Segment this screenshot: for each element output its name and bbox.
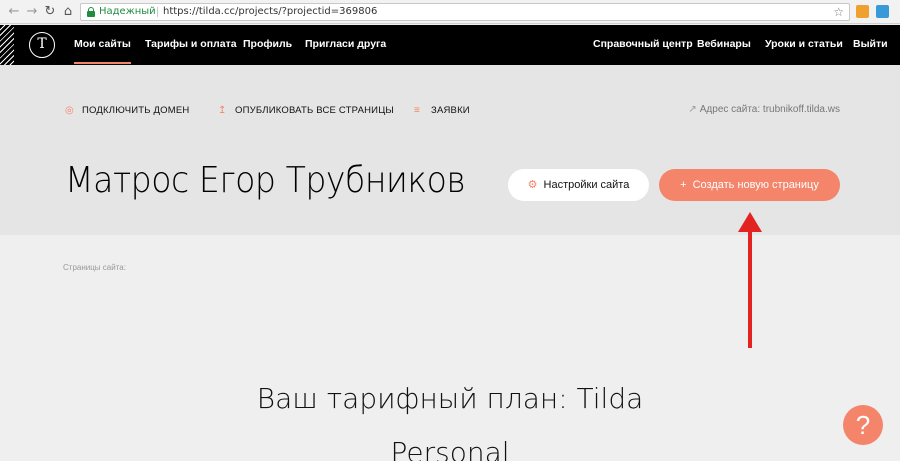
extension-icon[interactable] [876, 5, 889, 18]
back-arrow-icon[interactable]: ← [6, 4, 22, 20]
home-icon[interactable]: ⌂ [60, 4, 76, 20]
secure-label: Надежный [99, 6, 156, 17]
site-address-label: Адрес сайта: [699, 104, 761, 115]
nav-profile[interactable]: Профиль [243, 38, 292, 50]
publish-all-link[interactable]: ↥ ОПУБЛИКОВАТЬ ВСЕ СТРАНИЦЫ [218, 105, 394, 116]
help-button[interactable]: ? [843, 405, 883, 445]
nav-my-sites[interactable]: Мои сайты [74, 38, 131, 64]
extension-icon[interactable] [856, 5, 869, 18]
top-navigation: T Мои сайты Тарифы и оплата Профиль Приг… [0, 25, 900, 65]
plus-icon: + [680, 179, 687, 191]
site-address: ↗ Адрес сайта: trubnikoff.tilda.ws [688, 104, 840, 115]
bookmark-star-icon[interactable]: ☆ [833, 4, 844, 20]
tilda-logo-icon[interactable]: T [29, 32, 55, 58]
site-address-link[interactable]: trubnikoff.tilda.ws [763, 104, 840, 115]
nav-invite-friend[interactable]: Пригласи друга [305, 38, 386, 50]
site-settings-button[interactable]: ⚙ Настройки сайта [508, 169, 649, 201]
nav-help-center[interactable]: Справочный центр [593, 38, 693, 50]
nav-tariffs[interactable]: Тарифы и оплата [145, 38, 237, 50]
nav-logout[interactable]: Выйти [853, 38, 888, 50]
pages-label: Страницы сайта: [63, 263, 126, 272]
create-page-label: Создать новую страницу [692, 179, 819, 191]
upload-icon: ↥ [218, 105, 227, 116]
site-settings-label: Настройки сайта [543, 179, 630, 191]
requests-link[interactable]: ≡ ЗАЯВКИ [414, 105, 470, 116]
globe-icon: ◎ [65, 105, 74, 116]
external-link-icon: ↗ [688, 104, 697, 115]
requests-label: ЗАЯВКИ [431, 105, 470, 116]
forward-arrow-icon[interactable]: → [24, 4, 40, 20]
browser-toolbar: ← → ↻ ⌂ Надежный https://tilda.cc/projec… [0, 0, 900, 24]
gear-icon: ⚙ [527, 179, 538, 191]
url-text[interactable]: https://tilda.cc/projects/?projectid=369… [163, 4, 377, 20]
list-plus-icon: ≡ [414, 105, 421, 116]
reload-icon[interactable]: ↻ [42, 4, 58, 20]
connect-domain-label: ПОДКЛЮЧИТЬ ДОМЕН [82, 105, 190, 116]
project-header: ◎ ПОДКЛЮЧИТЬ ДОМЕН ↥ ОПУБЛИКОВАТЬ ВСЕ СТРА… [0, 65, 900, 235]
address-bar[interactable]: Надежный https://tilda.cc/projects/?proj… [80, 3, 850, 21]
plan-title: Ваш тарифный план: Tilda Personal [256, 382, 644, 461]
omnibox-divider [157, 7, 158, 17]
publish-all-label: ОПУБЛИКОВАТЬ ВСЕ СТРАНИЦЫ [235, 105, 395, 116]
annotation-arrow [748, 228, 752, 348]
nav-webinars[interactable]: Вебинары [697, 38, 751, 50]
lock-icon [87, 7, 95, 17]
nav-lessons[interactable]: Уроки и статьи [765, 38, 843, 50]
decorative-stripes [0, 25, 14, 65]
create-page-button[interactable]: + Создать новую страницу [659, 169, 840, 201]
project-title: Матрос Егор Трубников [65, 160, 466, 201]
connect-domain-link[interactable]: ◎ ПОДКЛЮЧИТЬ ДОМЕН [65, 105, 189, 116]
